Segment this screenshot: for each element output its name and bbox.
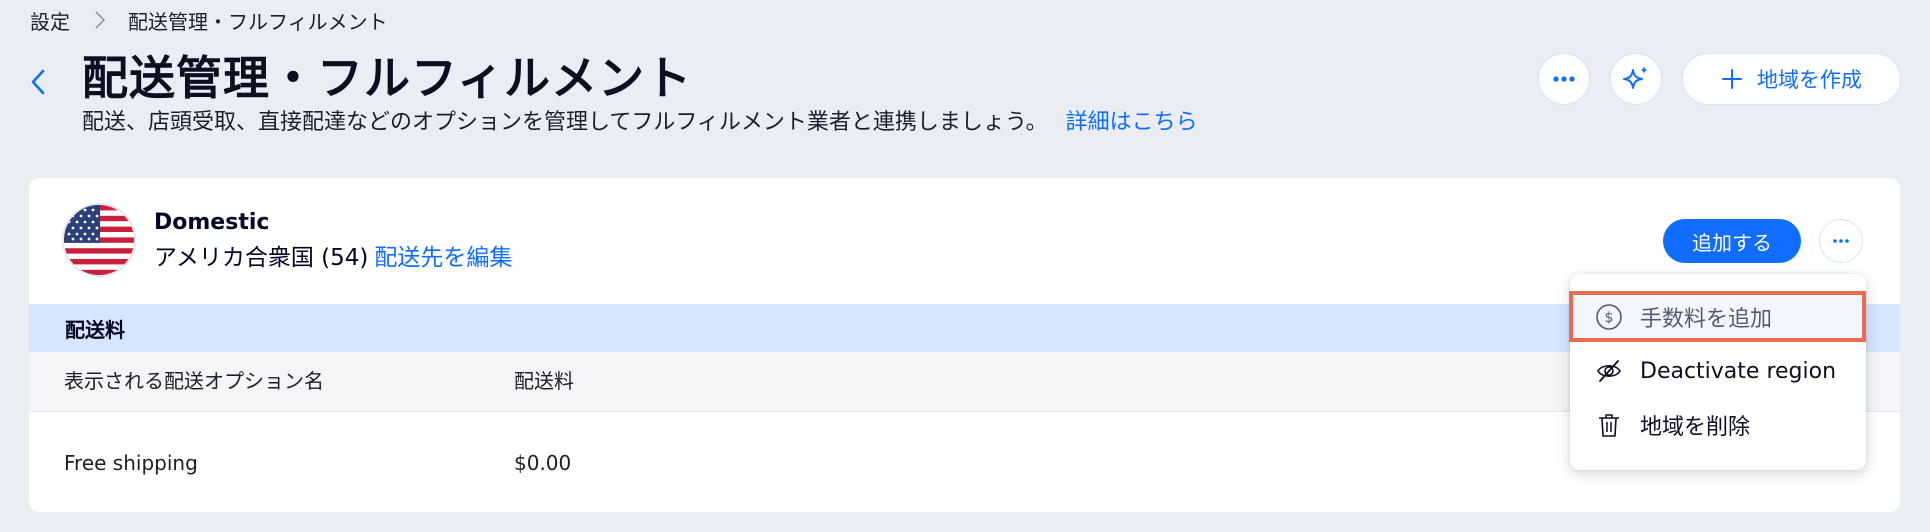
table-row-option-name[interactable]: Free shipping (64, 448, 198, 478)
column-header-option-name: 表示される配送オプション名 (64, 369, 324, 393)
region-destinations-text: アメリカ合衆国 (54) (154, 245, 369, 271)
region-name: Domestic (154, 210, 270, 235)
page-title: 配送管理・フルフィルメント (82, 51, 693, 105)
create-region-button[interactable]: 地域を作成 (1682, 53, 1901, 105)
subtitle-text: 配送、店頭受取、直接配達などのオプションを管理してフルフィルメント業者と連携しま… (82, 110, 1048, 135)
ai-assistant-button[interactable] (1610, 53, 1662, 105)
region-destinations: アメリカ合衆国 (54) 配送先を編集 (154, 242, 512, 274)
menu-item-deactivate-region[interactable]: Deactivate region (1594, 351, 1836, 391)
breadcrumb-current: 配送管理・フルフィルメント (128, 9, 388, 34)
trash-icon (1594, 410, 1624, 440)
back-button[interactable] (24, 64, 52, 100)
eye-off-icon (1594, 356, 1624, 386)
edit-destinations-link[interactable]: 配送先を編集 (374, 245, 512, 271)
us-flag-icon (62, 203, 136, 277)
add-shipping-button[interactable]: 追加する (1663, 219, 1801, 263)
menu-item-label: 地域を削除 (1640, 415, 1751, 440)
page-subtitle: 配送、店頭受取、直接配達などのオプションを管理してフルフィルメント業者と連携しま… (82, 108, 1198, 138)
table-row-rate: $0.00 (514, 451, 572, 475)
create-region-label: 地域を作成 (1757, 68, 1862, 92)
section-title: 配送料 (65, 317, 125, 342)
chevron-left-icon (31, 69, 45, 95)
page-more-actions-button[interactable] (1538, 53, 1590, 105)
menu-item-delete-region[interactable]: 地域を削除 (1594, 405, 1750, 445)
menu-item-label: Deactivate region (1640, 358, 1837, 384)
region-more-actions-button[interactable] (1819, 219, 1863, 263)
highlighted-menu-item-outline (1569, 291, 1866, 342)
column-header-rate: 配送料 (514, 369, 574, 393)
chevron-right-icon (94, 10, 106, 30)
sparkle-icon (1623, 66, 1648, 89)
plus-icon (1722, 69, 1742, 89)
breadcrumb: 設定 配送管理・フルフィルメント (30, 6, 388, 34)
breadcrumb-settings-link[interactable]: 設定 (30, 6, 70, 35)
more-horizontal-icon (1833, 239, 1849, 243)
more-horizontal-icon (1553, 76, 1575, 82)
learn-more-link[interactable]: 詳細はこちら (1066, 110, 1198, 135)
